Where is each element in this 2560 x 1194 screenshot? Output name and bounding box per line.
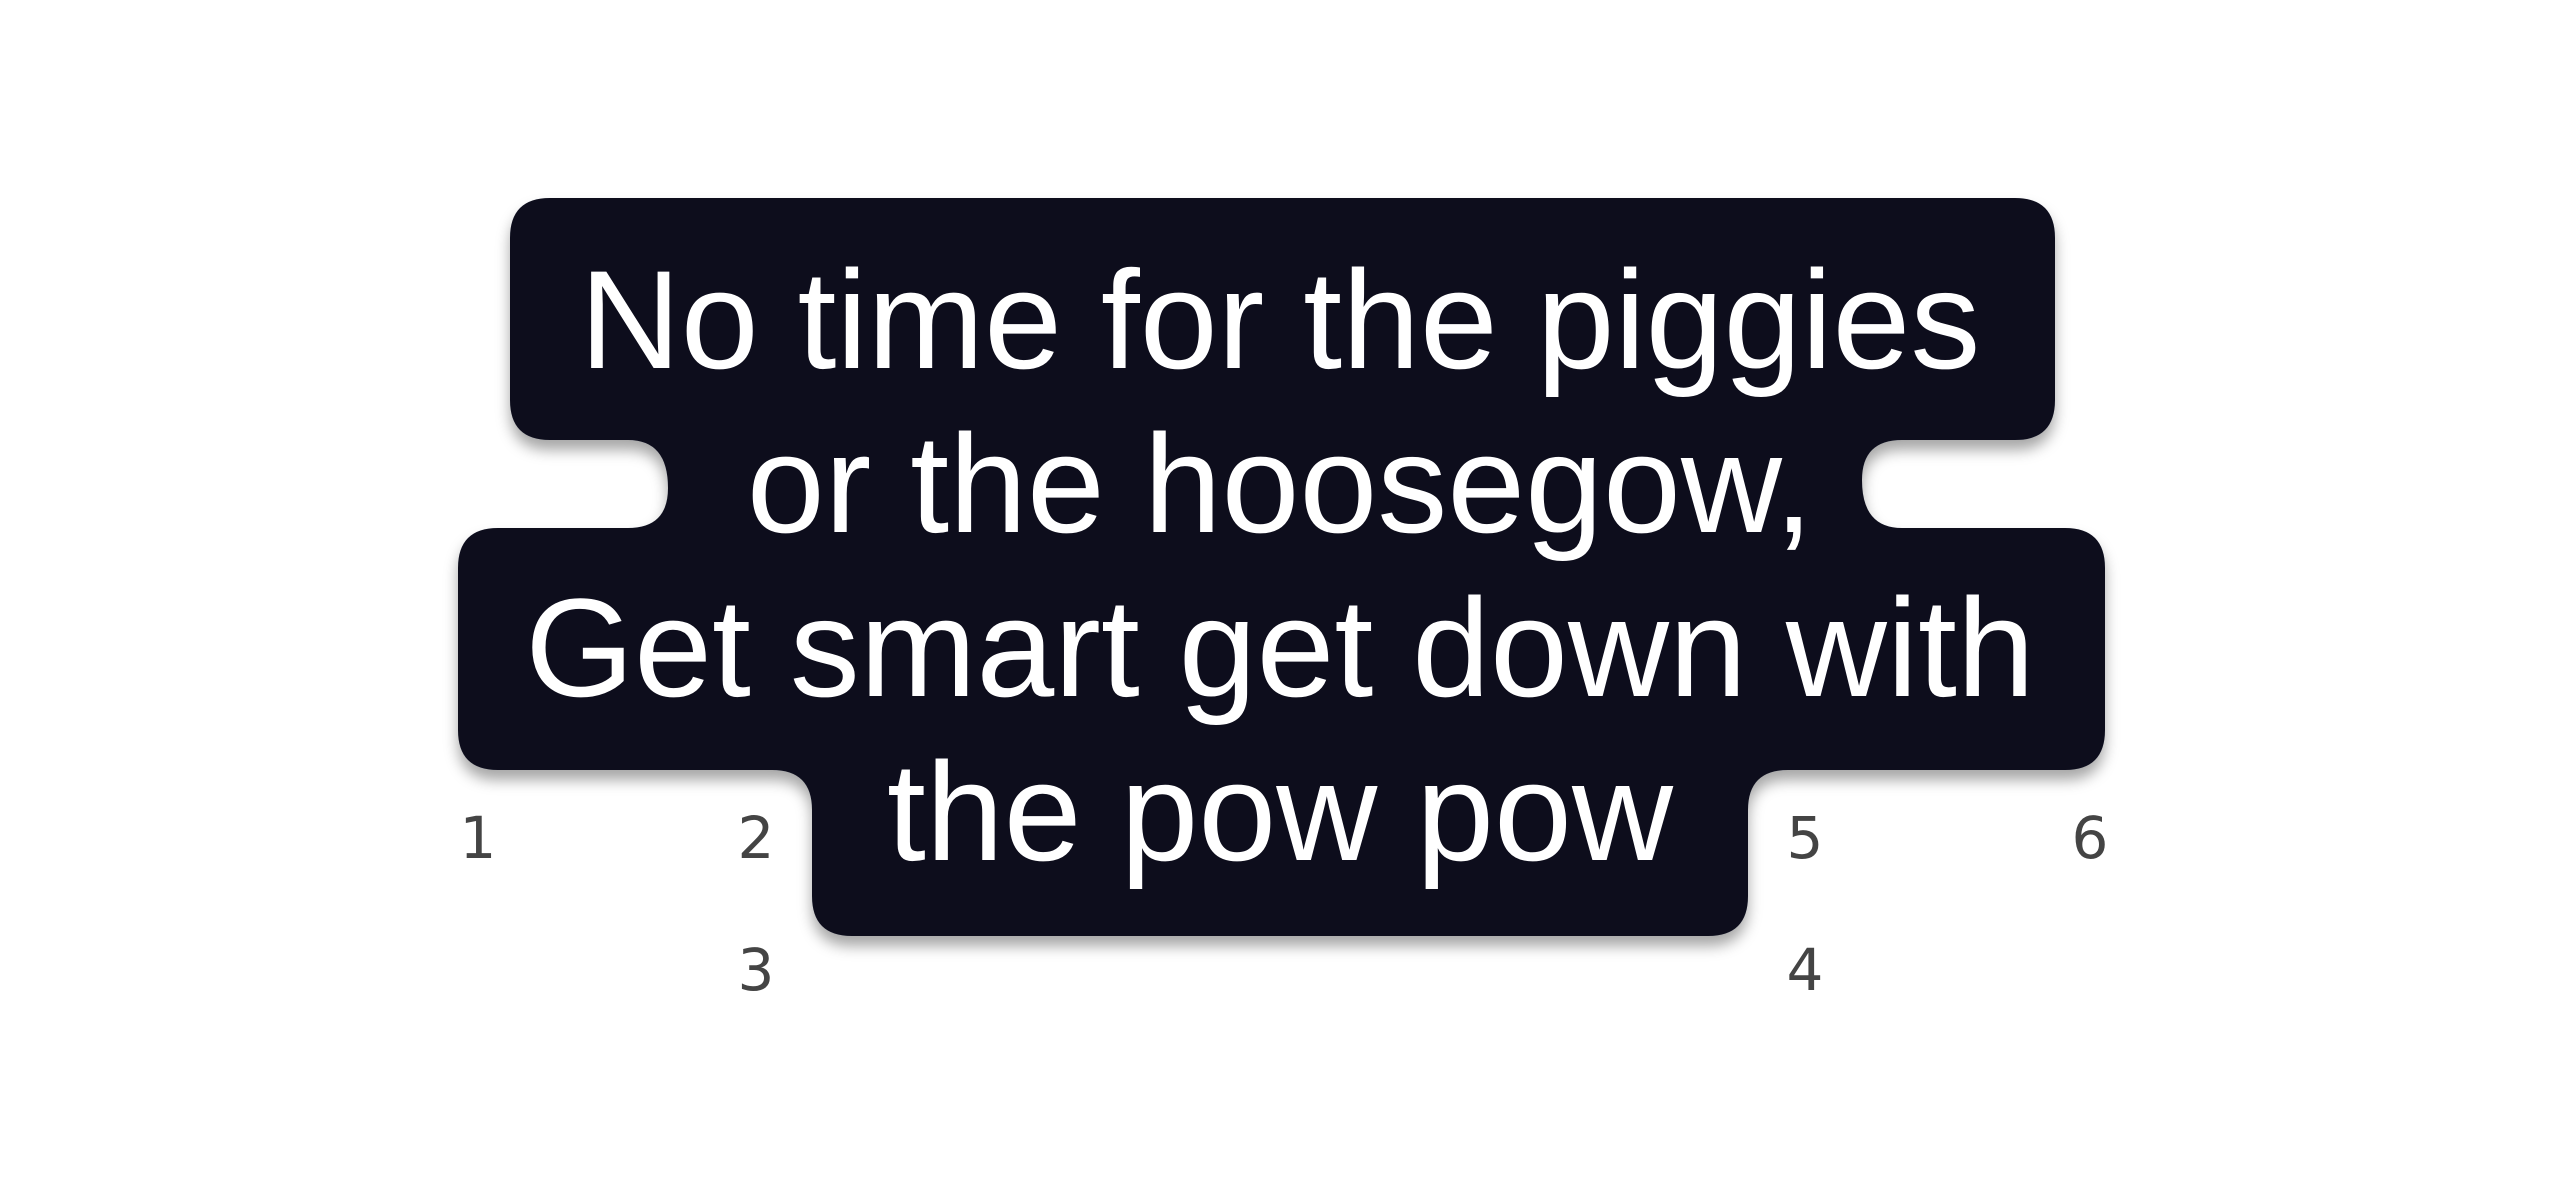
caption-line-2: or the hoosegow, [746, 405, 1814, 562]
corner-marker-5: 5 [1786, 804, 1824, 872]
caption-line-3: Get smart get down with [525, 569, 2035, 726]
caption-line-1: No time for the piggies [579, 241, 1981, 398]
corner-marker-1: 1 [459, 804, 497, 872]
caption-line-4: the pow pow [886, 733, 1674, 890]
corner-marker-4: 4 [1786, 936, 1824, 1004]
corner-marker-2: 2 [737, 804, 775, 872]
corner-marker-3: 3 [737, 936, 775, 1004]
corner-marker-6: 6 [2071, 804, 2109, 872]
canvas: No time for the piggies or the hoosegow,… [0, 0, 2560, 1194]
